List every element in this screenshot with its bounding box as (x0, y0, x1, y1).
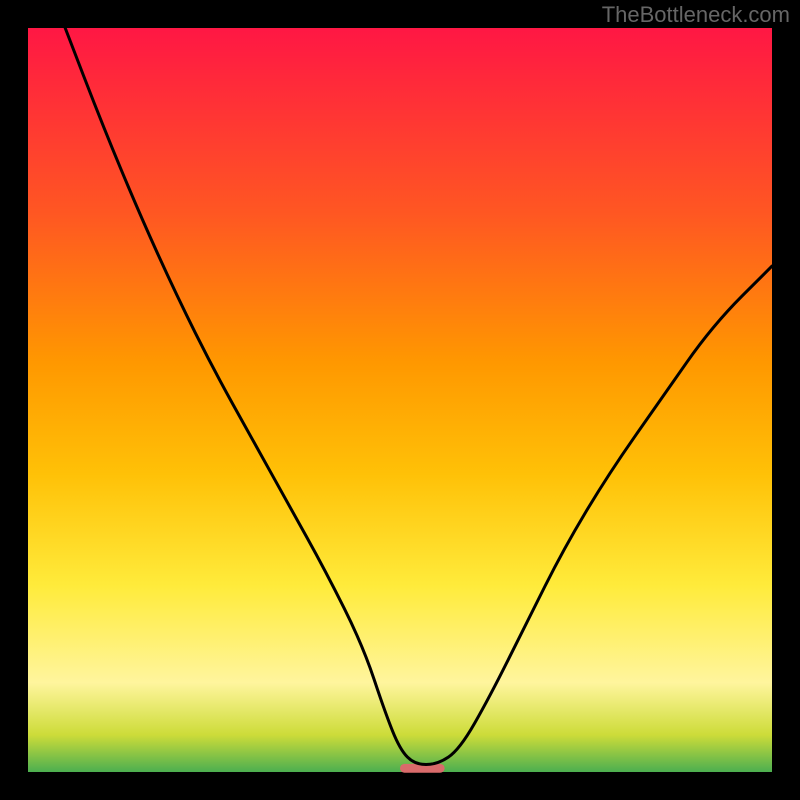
bottleneck-chart (0, 0, 800, 800)
chart-container: TheBottleneck.com (0, 0, 800, 800)
watermark-text: TheBottleneck.com (602, 2, 790, 28)
